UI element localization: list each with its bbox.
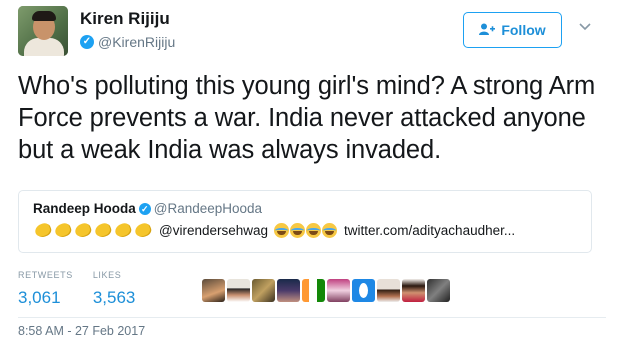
- liker-avatar[interactable]: [252, 279, 275, 302]
- author-info: Kiren Rijiju ✓ @KirenRijiju: [80, 9, 175, 50]
- author-avatar[interactable]: [18, 6, 68, 56]
- quoted-tweet-card[interactable]: Randeep Hooda ✓ @RandeepHooda @virenders…: [18, 190, 592, 253]
- quoted-link[interactable]: twitter.com/adityachaudher...: [344, 223, 515, 238]
- liker-avatar[interactable]: [227, 279, 250, 302]
- add-user-icon: [479, 23, 496, 38]
- clapping-hands-icon: [113, 222, 133, 238]
- likers-avatars: [202, 279, 452, 302]
- tweet-stats: RETWEETS 3,061 LIKES 3,563: [18, 270, 155, 307]
- follow-button[interactable]: Follow: [463, 12, 562, 48]
- quoted-author-name: Randeep Hooda: [33, 201, 136, 216]
- chevron-down-icon[interactable]: [578, 20, 592, 34]
- liker-avatar[interactable]: [277, 279, 300, 302]
- quoted-tweet-header: Randeep Hooda ✓ @RandeepHooda: [33, 201, 262, 216]
- quoted-mention[interactable]: @virendersehwag: [159, 223, 268, 238]
- quoted-tweet-body: @virendersehwag twitter.com/adityachaudh…: [33, 222, 515, 238]
- liker-avatar[interactable]: [302, 279, 325, 302]
- avatar-body: [24, 38, 64, 56]
- tears-of-joy-icon: [274, 222, 290, 238]
- likes-label: LIKES: [92, 270, 122, 280]
- liker-avatar[interactable]: [427, 279, 450, 302]
- quoted-author-handle: @RandeepHooda: [153, 201, 263, 216]
- verified-check-icon: ✓: [80, 35, 94, 49]
- liker-avatar[interactable]: [202, 279, 225, 302]
- tweet-text: Who's polluting this young girl's mind? …: [18, 72, 596, 164]
- tears-of-joy-icon: [322, 222, 338, 238]
- tears-of-joy-icon: [306, 222, 322, 238]
- divider: [18, 317, 606, 318]
- clapping-hands-icon: [73, 222, 93, 238]
- likes-stat[interactable]: LIKES 3,563: [93, 270, 136, 307]
- liker-avatar[interactable]: [377, 279, 400, 302]
- tweet-timestamp[interactable]: 8:58 AM - 27 Feb 2017: [18, 324, 145, 338]
- follow-button-label: Follow: [501, 22, 546, 38]
- liker-avatar[interactable]: [327, 279, 350, 302]
- joy-emoji-row: [274, 222, 338, 238]
- clapping-hands-icon: [133, 222, 153, 238]
- tears-of-joy-icon: [290, 222, 306, 238]
- likes-count: 3,563: [92, 288, 136, 307]
- retweets-stat[interactable]: RETWEETS 3,061: [18, 270, 73, 307]
- retweets-label: RETWEETS: [18, 270, 73, 280]
- author-name[interactable]: Kiren Rijiju: [80, 9, 175, 29]
- clapping-hands-icon: [93, 222, 113, 238]
- clapping-hands-icon: [53, 222, 73, 238]
- clap-emoji-row: [33, 222, 153, 238]
- retweets-count: 3,061: [18, 288, 61, 307]
- liker-avatar[interactable]: [352, 279, 375, 302]
- clapping-hands-icon: [33, 222, 53, 238]
- author-handle[interactable]: @KirenRijiju: [98, 34, 175, 50]
- verified-check-icon: ✓: [138, 202, 151, 215]
- avatar-hair: [32, 11, 56, 21]
- liker-avatar[interactable]: [402, 279, 425, 302]
- author-handle-row: ✓ @KirenRijiju: [80, 34, 175, 50]
